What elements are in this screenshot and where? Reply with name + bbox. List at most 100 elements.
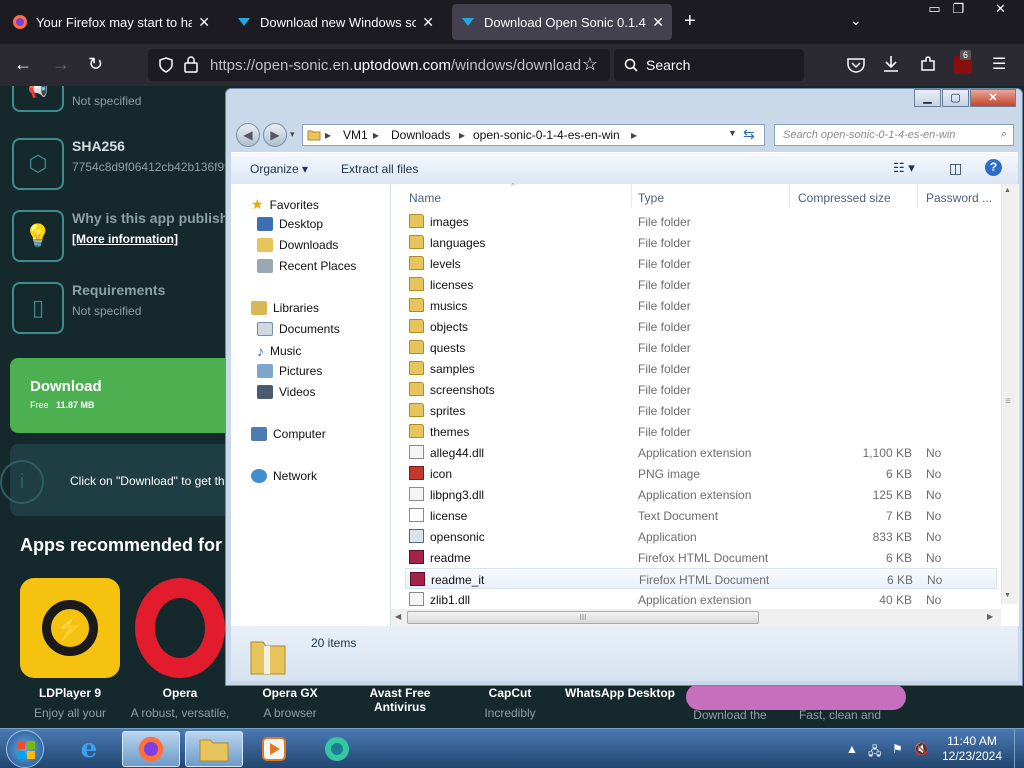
file-row[interactable]: levels File folder [405, 253, 997, 274]
minimize-button[interactable]: ▁ [914, 89, 941, 107]
file-row[interactable]: opensonic Application 833 KB No [405, 526, 997, 547]
file-row[interactable]: readme_it Firefox HTML Document 6 KB No [405, 568, 997, 589]
breadcrumb-vm1[interactable]: VM1 [343, 128, 368, 142]
restore-button[interactable]: ❐ [942, 0, 975, 20]
ublock-origin-icon[interactable]: 6 [954, 50, 972, 74]
recent-pages-chevron-icon[interactable]: ▾ [290, 129, 295, 140]
pocket-icon[interactable] [847, 57, 865, 73]
file-row[interactable]: readme Firefox HTML Document 6 KB No [405, 547, 997, 568]
download-icon[interactable] [883, 55, 899, 73]
forward-button[interactable]: ▶ [263, 123, 287, 147]
nav-videos[interactable]: Videos [257, 385, 315, 399]
app-card-ldplayer[interactable]: ⚡ LDPlayer 9 Enjoy all your [15, 578, 125, 720]
file-row[interactable]: sprites File folder [405, 400, 997, 421]
breadcrumb-downloads[interactable]: Downloads [391, 128, 450, 142]
media-player-taskbar[interactable] [245, 731, 303, 767]
more-information-link[interactable]: [More information] [72, 232, 236, 246]
change-view-icon[interactable]: ☷ ▾ [893, 160, 915, 176]
app-card-opera-gx[interactable]: Opera GX A browser [235, 686, 345, 720]
clock[interactable]: 11:40 AM 12/23/2024 [932, 734, 1012, 764]
nav-downloads[interactable]: Downloads [257, 238, 338, 252]
search-field[interactable]: Search [614, 49, 804, 81]
vertical-scrollbar[interactable]: ▲ ▼ ≡ [1001, 184, 1018, 604]
action-center-flag-icon[interactable]: ⚑ [892, 742, 903, 756]
file-row[interactable]: alleg44.dll Application extension 1,100 KB… [405, 442, 997, 463]
back-arrow-icon[interactable]: ← [14, 54, 32, 75]
file-row[interactable]: musics File folder [405, 295, 997, 316]
app-card-opera[interactable]: Opera A robust, versatile, [125, 578, 235, 720]
new-tab-plus-icon[interactable]: + [684, 10, 696, 33]
nav-desktop[interactable]: Desktop [257, 217, 323, 231]
volume-muted-icon[interactable]: 🔇 [914, 742, 929, 756]
scrollbar-thumb[interactable]: III [407, 611, 759, 624]
file-row[interactable]: license Text Document 7 KB No [405, 505, 997, 526]
preview-pane-icon[interactable]: ◫ [949, 160, 962, 177]
file-row[interactable]: images File folder [405, 211, 997, 232]
url-bar[interactable]: https://open-sonic.en.uptodown.com/windo… [148, 49, 610, 81]
file-row[interactable]: libpng3.dll Application extension 125 KB No [405, 484, 997, 505]
list-all-tabs-chevron-icon[interactable]: ⌄ [850, 12, 862, 29]
breadcrumb-open-sonic[interactable]: open-sonic-0-1-4-es-en-win [473, 128, 620, 142]
file-row[interactable]: icon PNG image 6 KB No [405, 463, 997, 484]
file-row[interactable]: objects File folder [405, 316, 997, 337]
extract-all-files-button[interactable]: Extract all files [341, 162, 418, 176]
column-header-compressed-size[interactable]: Compressed size [790, 184, 918, 208]
breadcrumb-separator[interactable]: ▸ [325, 128, 331, 142]
explorer-search-input[interactable]: Search open-sonic-0-1-4-es-en-win ⌕ [774, 124, 1014, 146]
file-row[interactable]: themes File folder [405, 421, 997, 442]
app-taskbar[interactable] [308, 731, 366, 767]
refresh-icon[interactable]: ⇆ [743, 126, 755, 143]
forward-arrow-icon[interactable]: → [52, 54, 70, 75]
close-button[interactable]: ✕ [984, 0, 1017, 20]
column-header-password[interactable]: Password ... [918, 184, 1001, 208]
internet-explorer-taskbar[interactable]: e [60, 731, 118, 767]
address-dropdown-icon[interactable]: ▼ [728, 128, 737, 138]
hamburger-menu-icon[interactable]: ☰ [992, 54, 1006, 74]
reload-icon[interactable]: ↻ [88, 54, 103, 75]
column-header-name[interactable]: Name ^ [401, 182, 632, 208]
breadcrumb-separator[interactable]: ▸ [459, 128, 465, 142]
address-bar[interactable]: ▸ VM1 ▸ Downloads ▸ open-sonic-0-1-4-es-… [302, 124, 765, 146]
tab-firefox-update[interactable]: Your Firefox may start to have p ✕ [4, 4, 218, 40]
file-row[interactable]: zlib1.dll Application extension 40 KB No [405, 589, 997, 610]
nav-favorites[interactable]: ★ Favorites [251, 196, 319, 213]
nav-documents[interactable]: Documents [257, 322, 340, 336]
back-button[interactable]: ◀ [236, 123, 260, 147]
nav-music[interactable]: ♪ Music [257, 343, 301, 359]
breadcrumb-separator[interactable]: ▸ [373, 128, 379, 142]
tab-download-windows-software[interactable]: Download new Windows softw ✕ [228, 4, 442, 40]
column-header-type[interactable]: Type [630, 184, 790, 208]
breadcrumb-separator[interactable]: ▸ [631, 128, 637, 142]
shield-icon[interactable] [158, 57, 174, 73]
file-row[interactable]: languages File folder [405, 232, 997, 253]
file-row[interactable]: screenshots File folder [405, 379, 997, 400]
tab-download-open-sonic[interactable]: Download Open Sonic 0.1.4 for ✕ [452, 4, 672, 40]
maximize-button[interactable]: ▢ [942, 89, 969, 107]
app-card-whatsapp[interactable]: WhatsApp Desktop [565, 686, 675, 700]
start-button[interactable] [6, 730, 44, 768]
nav-recent-places[interactable]: Recent Places [257, 259, 356, 273]
close-icon[interactable]: ✕ [198, 14, 210, 31]
nav-network[interactable]: Network [251, 469, 317, 483]
app-card-fast[interactable]: Fast, clean and [785, 708, 895, 722]
extensions-puzzle-icon[interactable] [920, 56, 936, 72]
close-icon[interactable]: ✕ [422, 14, 434, 31]
close-button[interactable]: ✕ [970, 89, 1016, 107]
file-row[interactable]: samples File folder [405, 358, 997, 379]
lock-icon[interactable] [184, 56, 198, 73]
show-desktop-button[interactable] [1014, 729, 1024, 768]
help-icon[interactable]: ? [985, 159, 1002, 176]
app-card-promo[interactable]: Download the [675, 708, 785, 722]
close-icon[interactable]: ✕ [652, 14, 664, 31]
firefox-taskbar[interactable] [122, 731, 180, 767]
organize-menu[interactable]: Organize ▾ [250, 162, 308, 176]
promo-banner[interactable] [686, 684, 906, 710]
app-card-avast[interactable]: Avast Free Antivirus [345, 686, 455, 714]
nav-pictures[interactable]: Pictures [257, 364, 322, 378]
app-card-capcut[interactable]: CapCut Incredibly [455, 686, 565, 720]
bookmark-star-icon[interactable]: ☆ [582, 54, 598, 75]
explorer-taskbar[interactable] [185, 731, 243, 767]
nav-computer[interactable]: Computer [251, 427, 326, 441]
show-hidden-icons-icon[interactable]: ▲ [846, 742, 858, 756]
nav-libraries[interactable]: Libraries [251, 301, 319, 315]
